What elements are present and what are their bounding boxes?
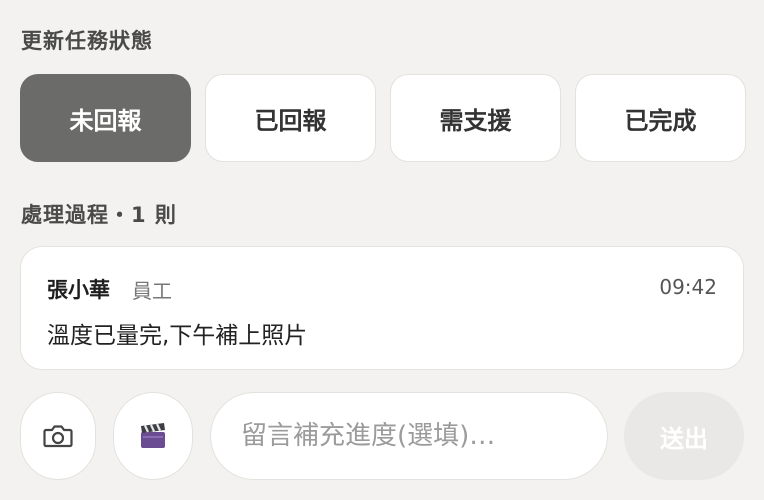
status-option-unreported[interactable]: 未回報 [20,74,191,162]
status-option-need-support[interactable]: 需支援 [390,74,561,162]
camera-icon [43,425,73,448]
comment-input[interactable] [210,392,608,480]
log-author: 張小華 [47,278,110,302]
log-message: 溫度已量完,下午補上照片 [47,323,308,349]
status-section-title: 更新任務狀態 [21,29,153,53]
send-button[interactable]: 送出 [624,392,744,480]
camera-button[interactable] [20,392,96,480]
log-timestamp: 09:42 [659,275,717,299]
status-option-reported[interactable]: 已回報 [205,74,376,162]
video-button[interactable] [113,392,193,480]
clapperboard-icon [141,423,165,448]
log-role-badge: 員工 [132,279,172,303]
log-entry: 張小華 員工 09:42 溫度已量完,下午補上照片 [20,246,744,370]
status-option-completed[interactable]: 已完成 [575,74,746,162]
status-options: 未回報 已回報 需支援 已完成 [20,74,746,162]
log-section-title: 處理過程・1 則 [21,203,177,227]
